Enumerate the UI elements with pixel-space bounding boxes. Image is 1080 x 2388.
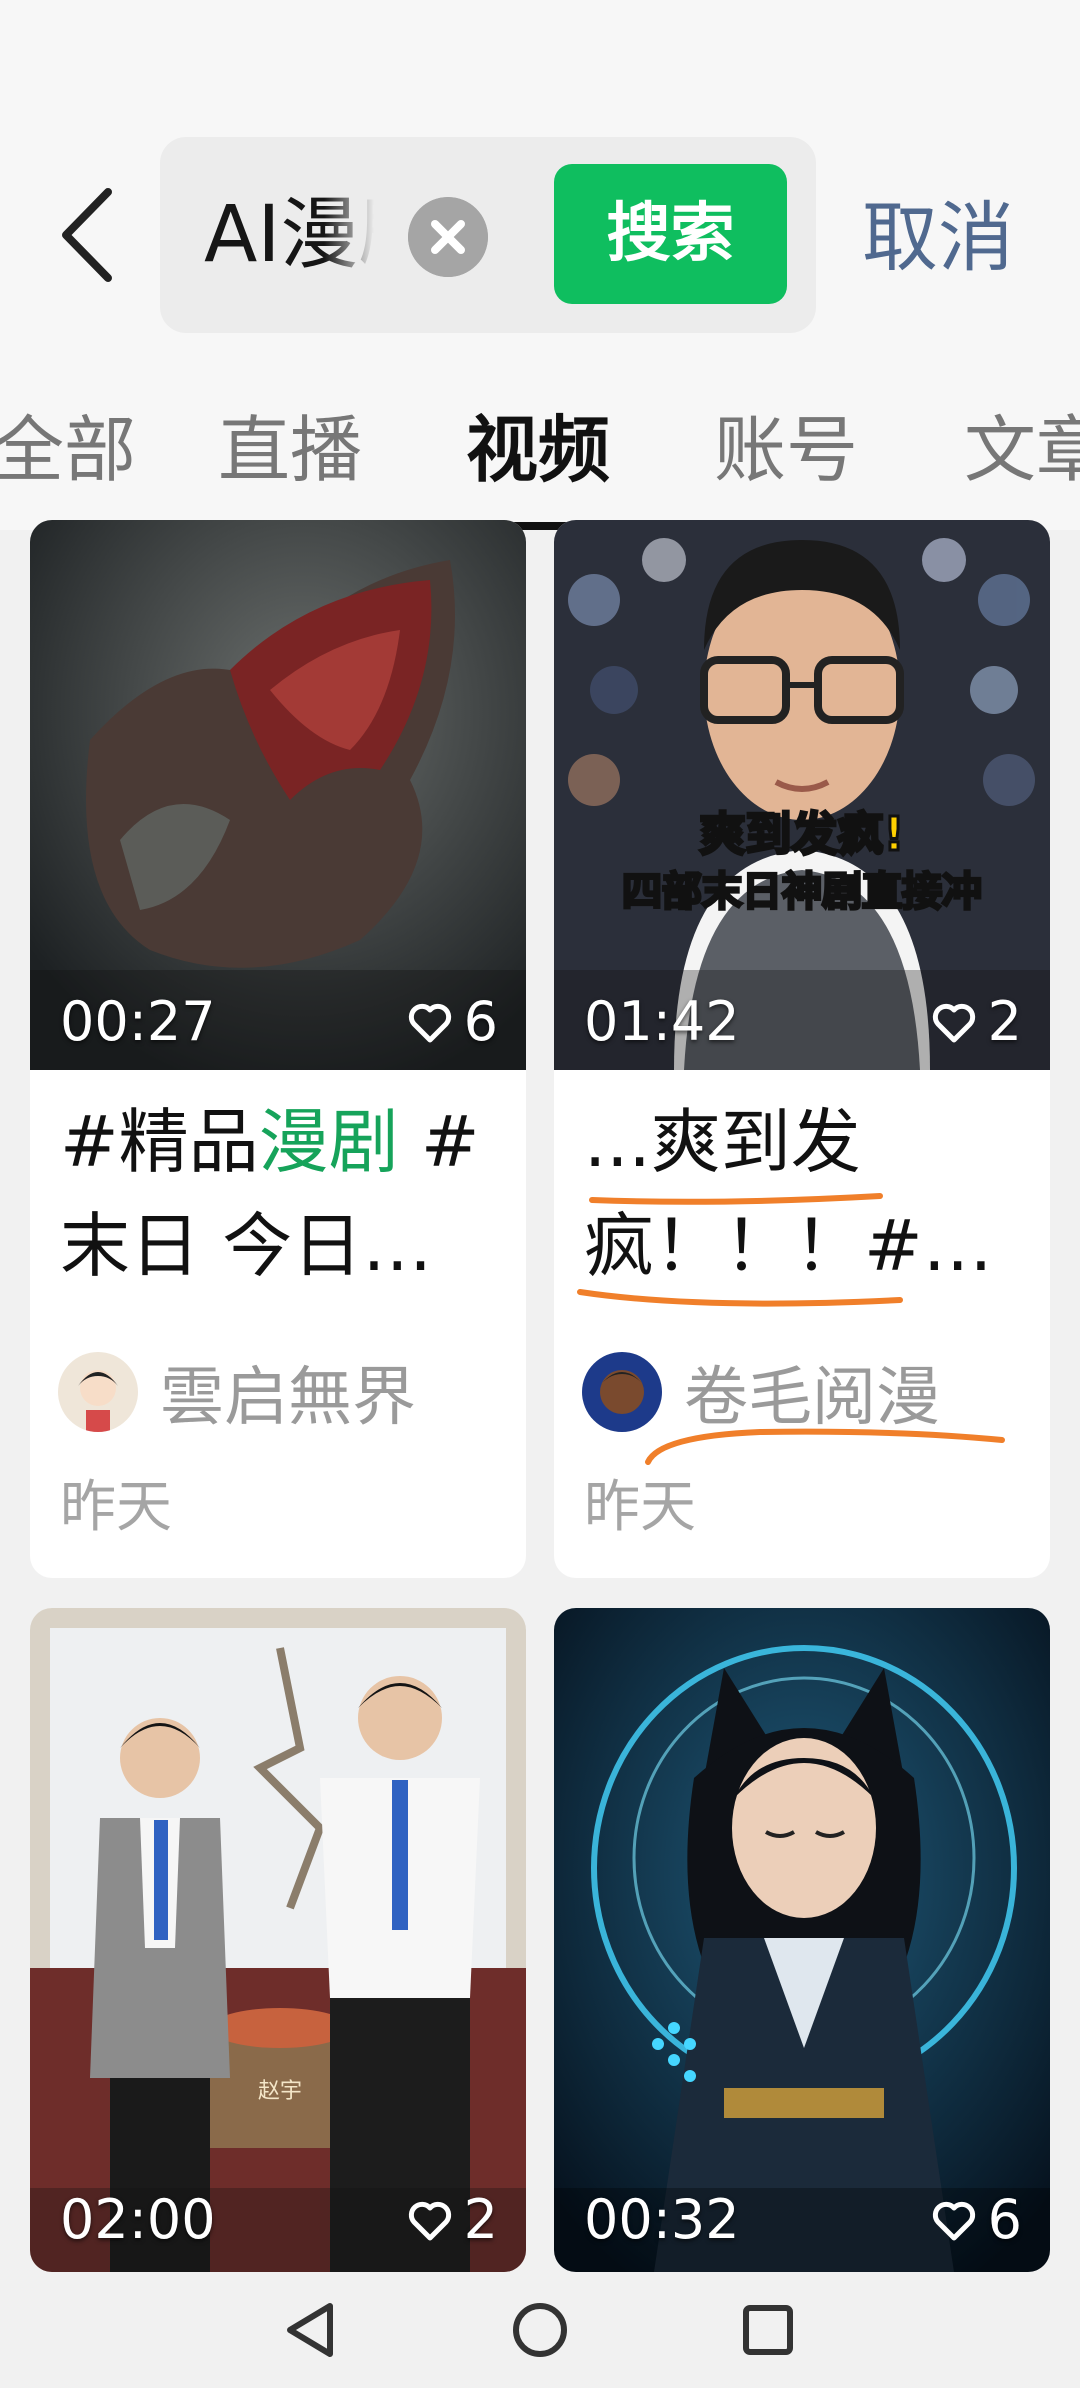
video-duration: 00:27 [60,990,216,1053]
video-card[interactable]: 爽到发疯! 四部末日神剧直接冲 01:42 2 ...爽到发疯！！！#… 卷毛阅… [554,520,1050,1578]
video-duration: 02:00 [60,2188,216,2251]
likes-value: 2 [463,2188,498,2251]
likes-count: 2 [930,990,1022,1053]
tab-video[interactable]: 视频 [466,385,610,515]
video-duration: 01:42 [584,990,740,1053]
video-thumbnail[interactable]: 00:27 6 [30,520,526,1070]
monster-thumbnail-image [30,520,526,1070]
thumb-caption-line2: 四部末日神剧直接冲 [622,869,982,915]
tab-live[interactable]: 直播 [218,385,362,515]
video-card[interactable]: 赵宇 02:00 2 [30,1608,526,2272]
system-nav-bar [0,2272,1080,2388]
avatar[interactable] [58,1352,138,1432]
catgirl-thumbnail-image [554,1608,1050,2272]
person-thumbnail-image: 爽到发疯! 四部末日神剧直接冲 [554,520,1050,1070]
video-thumbnail[interactable]: 爽到发疯! 四部末日神剧直接冲 01:42 2 [554,520,1050,1070]
search-button[interactable]: 搜索 [554,164,787,304]
men-thumbnail-image: 赵宇 [30,1608,526,2272]
author-row[interactable]: 卷毛阅漫 [582,1352,940,1435]
search-input[interactable]: AI漫剧 [204,177,374,293]
video-title[interactable]: #精品漫剧 #末日 今日… [60,1090,500,1298]
video-card[interactable]: 00:27 6 #精品漫剧 #末日 今日… 雲启無界 昨天 [30,520,526,1578]
video-thumbnail[interactable]: 赵宇 02:00 2 [30,1608,526,2272]
likes-count: 6 [406,990,498,1053]
heart-icon [932,2201,975,2240]
title-keyword-highlight: 漫剧 [258,1101,399,1183]
video-duration: 00:32 [584,2188,740,2251]
author-row[interactable]: 雲启無界 [58,1352,416,1435]
recents-square-icon[interactable] [728,2290,808,2370]
search-header: AI漫剧 搜索 取消 全部 直播 视频 账号 文章 [0,0,1080,530]
likes-count: 6 [930,2188,1022,2251]
video-thumbnail[interactable]: 00:32 6 [554,1608,1050,2272]
cancel-button[interactable]: 取消 [862,178,1052,298]
tab-all[interactable]: 全部 [0,385,136,515]
avatar[interactable] [582,1352,662,1432]
heart-icon [408,1003,451,1042]
title-prefix: #精品 [60,1101,259,1183]
likes-value: 2 [987,990,1022,1053]
back-arrow-icon[interactable] [50,180,130,290]
thumb-sign: 赵宇 [258,2079,302,2104]
clear-circle-icon[interactable] [408,197,488,277]
thumb-caption-line1: 爽到发疯! [700,807,905,861]
result-tabs: 全部 直播 视频 账号 文章 [0,385,1080,535]
heart-icon [932,1003,975,1042]
likes-value: 6 [987,2188,1022,2251]
back-triangle-icon[interactable] [272,2290,352,2370]
author-name[interactable]: 卷毛阅漫 [684,1346,940,1438]
post-date: 昨天 [60,1475,172,1540]
video-card[interactable]: 00:32 6 [554,1608,1050,2272]
post-date: 昨天 [584,1475,696,1540]
likes-value: 6 [463,990,498,1053]
likes-count: 2 [406,2188,498,2251]
home-circle-icon[interactable] [500,2290,580,2370]
tab-account[interactable]: 账号 [714,385,858,515]
author-name[interactable]: 雲启無界 [160,1346,416,1438]
heart-icon [408,2201,451,2240]
video-title[interactable]: ...爽到发疯！！！#… [584,1090,1024,1298]
search-field[interactable]: AI漫剧 搜索 [160,137,816,333]
tab-article[interactable]: 文章 [964,385,1080,515]
